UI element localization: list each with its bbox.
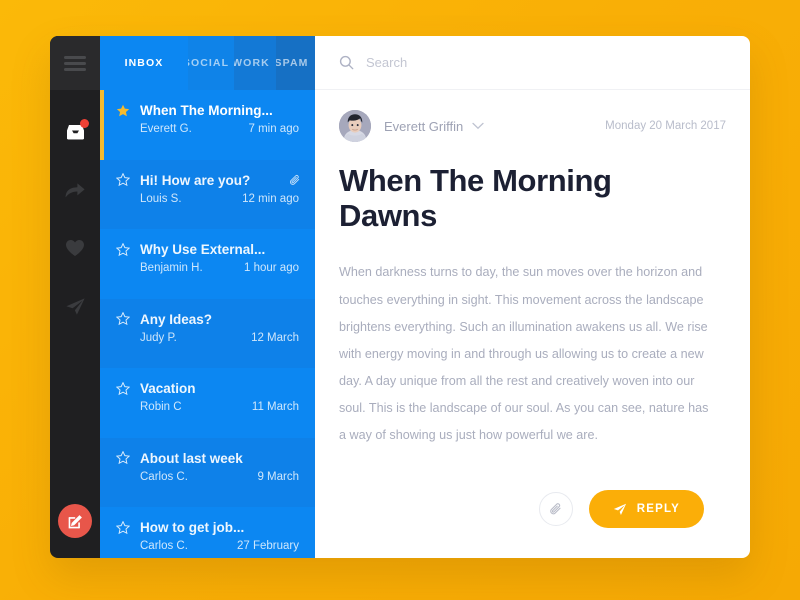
app-card: INBOX SOCIAL WORK SPAM bbox=[50, 36, 750, 558]
mail-sender: Robin C bbox=[140, 401, 182, 413]
unread-badge bbox=[80, 119, 89, 128]
mail-subject: Hi! How are you? bbox=[140, 172, 251, 188]
star-icon-outline[interactable] bbox=[116, 381, 130, 396]
tab-social[interactable]: SOCIAL bbox=[188, 36, 234, 90]
rail-icon-list bbox=[50, 90, 100, 318]
mail-time: 9 March bbox=[257, 470, 299, 483]
search-icon bbox=[339, 55, 354, 70]
mail-sender: Judy P. bbox=[140, 331, 177, 344]
message-sender-name: Everett Griffin bbox=[384, 118, 464, 134]
tab-spam-label: SPAM bbox=[276, 57, 309, 69]
reading-pane: Everett Griffin Monday 20 March 2017 Whe… bbox=[315, 36, 750, 558]
mail-list: When The Morning... Everett G. 7 min ago… bbox=[100, 90, 315, 558]
mail-subject: Vacation bbox=[140, 381, 196, 396]
mail-subject: When The Morning... bbox=[140, 103, 273, 118]
sidebar-item-sent[interactable] bbox=[63, 294, 87, 318]
tab-work-label: WORK bbox=[234, 57, 270, 69]
mail-subject: Any Ideas? bbox=[140, 311, 213, 327]
mail-sender: Carlos C. bbox=[140, 540, 188, 552]
sidebar-item-favorites[interactable] bbox=[63, 236, 87, 260]
mail-time: 12 March bbox=[251, 331, 299, 344]
tab-work[interactable]: WORK bbox=[234, 36, 276, 90]
mail-time: 11 March bbox=[251, 401, 299, 413]
table-row[interactable]: Vacation Robin C 11 March bbox=[100, 368, 315, 438]
mail-time: 1 hour ago bbox=[244, 262, 299, 274]
mail-subject: How to get job... bbox=[140, 520, 245, 535]
attach-button[interactable] bbox=[538, 492, 573, 526]
nav-rail bbox=[50, 36, 100, 558]
star-icon-outline[interactable] bbox=[116, 520, 130, 535]
table-row[interactable]: About last week Carlos C. 9 March bbox=[100, 437, 315, 507]
star-icon-outline[interactable] bbox=[116, 242, 130, 257]
mail-list-column: INBOX SOCIAL WORK SPAM bbox=[100, 36, 315, 558]
message-date: Monday 20 March 2017 bbox=[605, 120, 726, 132]
mail-subject: About last week bbox=[140, 450, 243, 466]
hamburger-icon[interactable] bbox=[64, 55, 86, 71]
paperclip-icon bbox=[549, 503, 561, 515]
search-bar bbox=[315, 36, 750, 90]
sidebar-item-inbox[interactable] bbox=[63, 119, 89, 144]
star-icon-outline[interactable] bbox=[116, 312, 130, 326]
table-row[interactable]: How to get job... Carlos C. 27 February bbox=[100, 507, 315, 558]
selected-accent-bar bbox=[100, 90, 104, 160]
mail-time: 27 February bbox=[236, 540, 299, 552]
reply-button-label: REPLY bbox=[636, 503, 680, 515]
paperclip-icon bbox=[290, 174, 300, 185]
mail-subject: Why Use External... bbox=[140, 242, 266, 257]
search-input[interactable] bbox=[366, 55, 726, 70]
star-icon-outline[interactable] bbox=[116, 451, 130, 465]
mail-sender: Benjamin H. bbox=[140, 262, 203, 274]
paper-plane-icon bbox=[613, 503, 626, 515]
tab-inbox[interactable]: INBOX bbox=[100, 36, 188, 90]
table-row[interactable]: Hi! How are you? Louis S. 12 min ago bbox=[100, 159, 315, 229]
message-actions: REPLY bbox=[315, 490, 750, 558]
mail-sender: Louis S. bbox=[140, 192, 182, 205]
chevron-down-icon[interactable] bbox=[472, 122, 484, 130]
mail-time: 12 min ago bbox=[242, 192, 299, 205]
star-icon-outline[interactable] bbox=[116, 173, 130, 187]
mail-time: 7 min ago bbox=[248, 123, 299, 135]
reply-button[interactable]: REPLY bbox=[588, 490, 704, 528]
tab-social-label: SOCIAL bbox=[188, 57, 230, 69]
message-header: Everett Griffin Monday 20 March 2017 bbox=[315, 90, 750, 142]
tab-spam[interactable]: SPAM bbox=[276, 36, 315, 90]
avatar bbox=[339, 110, 371, 142]
table-row[interactable]: Any Ideas? Judy P. 12 March bbox=[100, 298, 315, 368]
rail-header bbox=[50, 36, 100, 90]
app-background: INBOX SOCIAL WORK SPAM bbox=[0, 0, 800, 600]
mail-sender: Carlos C. bbox=[140, 470, 188, 483]
sidebar-item-forward[interactable] bbox=[63, 178, 87, 202]
table-row[interactable]: Why Use External... Benjamin H. 1 hour a… bbox=[100, 229, 315, 299]
tab-inbox-label: INBOX bbox=[124, 57, 164, 69]
table-row[interactable]: When The Morning... Everett G. 7 min ago bbox=[100, 90, 315, 160]
mailbox-tabs: INBOX SOCIAL WORK SPAM bbox=[100, 36, 315, 90]
message-body: When darkness turns to day, the sun move… bbox=[339, 265, 709, 442]
page-title: When The Morning Dawns bbox=[339, 163, 612, 233]
compose-button[interactable] bbox=[58, 504, 92, 538]
star-icon-filled[interactable] bbox=[116, 104, 130, 118]
mail-sender: Everett G. bbox=[140, 123, 192, 135]
